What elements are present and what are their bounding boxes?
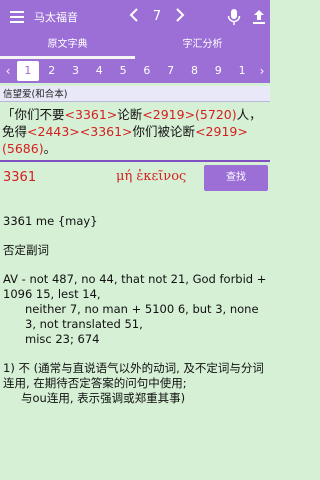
- entry-av-line: misc 23; 674: [25, 332, 100, 346]
- strong-code[interactable]: <2919>(5720): [142, 107, 236, 122]
- tab-word-analysis[interactable]: 字汇分析: [135, 33, 270, 59]
- microphone-icon[interactable]: [226, 8, 242, 26]
- greek-word: μή ἐκεῖνος: [116, 169, 187, 184]
- verse-next-button[interactable]: ›: [254, 64, 270, 78]
- entry-av-line: AV - not 487, no 44, that not 21, God fo…: [3, 272, 267, 301]
- divider: [0, 160, 270, 162]
- entry-definition-line: 与ou连用, 表示强调或郑重其事): [21, 391, 186, 405]
- verse-text-part: 。: [43, 141, 57, 156]
- chevron-left-icon[interactable]: [126, 7, 142, 26]
- search-button[interactable]: 查找: [204, 165, 268, 191]
- verse-text-part: 你们被论断: [132, 124, 196, 139]
- verse-number-item[interactable]: 1: [231, 61, 253, 81]
- strong-code[interactable]: <2443><3361>: [27, 124, 133, 139]
- top-app-bar: 马太福音 7: [0, 0, 270, 33]
- menu-icon[interactable]: [8, 9, 30, 25]
- verse-number-item[interactable]: 6: [136, 61, 158, 81]
- verse-selector: ‹ 1234567891 ›: [0, 59, 270, 83]
- upload-icon[interactable]: [252, 9, 266, 25]
- entry-part-of-speech: 否定副词: [3, 243, 49, 257]
- entry-headword: 3361 me {may}: [3, 214, 98, 228]
- chapter-number[interactable]: 7: [142, 9, 172, 24]
- verse-number-item[interactable]: 1: [16, 61, 39, 81]
- verse-number-item[interactable]: 4: [88, 61, 110, 81]
- entry-definition: 1) 不 (通常与直说语气以外的动词, 及不定词与分词连用, 在期待否定答案的问…: [3, 361, 267, 406]
- verse-number-item[interactable]: 9: [207, 61, 229, 81]
- strong-number-field[interactable]: 3361: [3, 170, 36, 185]
- verse-text-part: 「你们不要: [2, 107, 65, 122]
- entry-definition-line: 1) 不 (通常与直说语气以外的动词, 及不定词与分词连用, 在期待否定答案的问…: [3, 361, 264, 390]
- tab-bar: 原文字典 字汇分析: [0, 33, 270, 59]
- verse-text: 「你们不要<3361>论断<2919>(5720)人，免得<2443><3361…: [2, 106, 268, 157]
- verse-number-item[interactable]: 7: [160, 61, 182, 81]
- entry-av-usage: AV - not 487, no 44, that not 21, God fo…: [3, 272, 267, 347]
- verse-number-item[interactable]: 8: [183, 61, 205, 81]
- entry-av-line: neither 7, no man + 5100 6, but 3, none …: [25, 302, 259, 331]
- verse-text-part: 论断: [117, 107, 143, 122]
- verse-number-item[interactable]: 2: [41, 61, 63, 81]
- verse-number-list: 1234567891: [16, 61, 254, 81]
- verse-number-item[interactable]: 5: [112, 61, 134, 81]
- dictionary-entry: 3361 me {may} 否定副词 AV - not 487, no 44, …: [3, 214, 267, 420]
- verse-number-item[interactable]: 3: [64, 61, 86, 81]
- chevron-right-icon[interactable]: [172, 7, 188, 26]
- lookup-row: 3361 μή ἐκεῖνος 查找: [0, 164, 270, 192]
- verse-prev-button[interactable]: ‹: [0, 64, 16, 78]
- version-label: 信望爱(和合本): [0, 86, 270, 102]
- tab-dictionary[interactable]: 原文字典: [0, 33, 135, 59]
- strong-code[interactable]: <3361>: [65, 107, 118, 122]
- book-title[interactable]: 马太福音: [34, 9, 126, 25]
